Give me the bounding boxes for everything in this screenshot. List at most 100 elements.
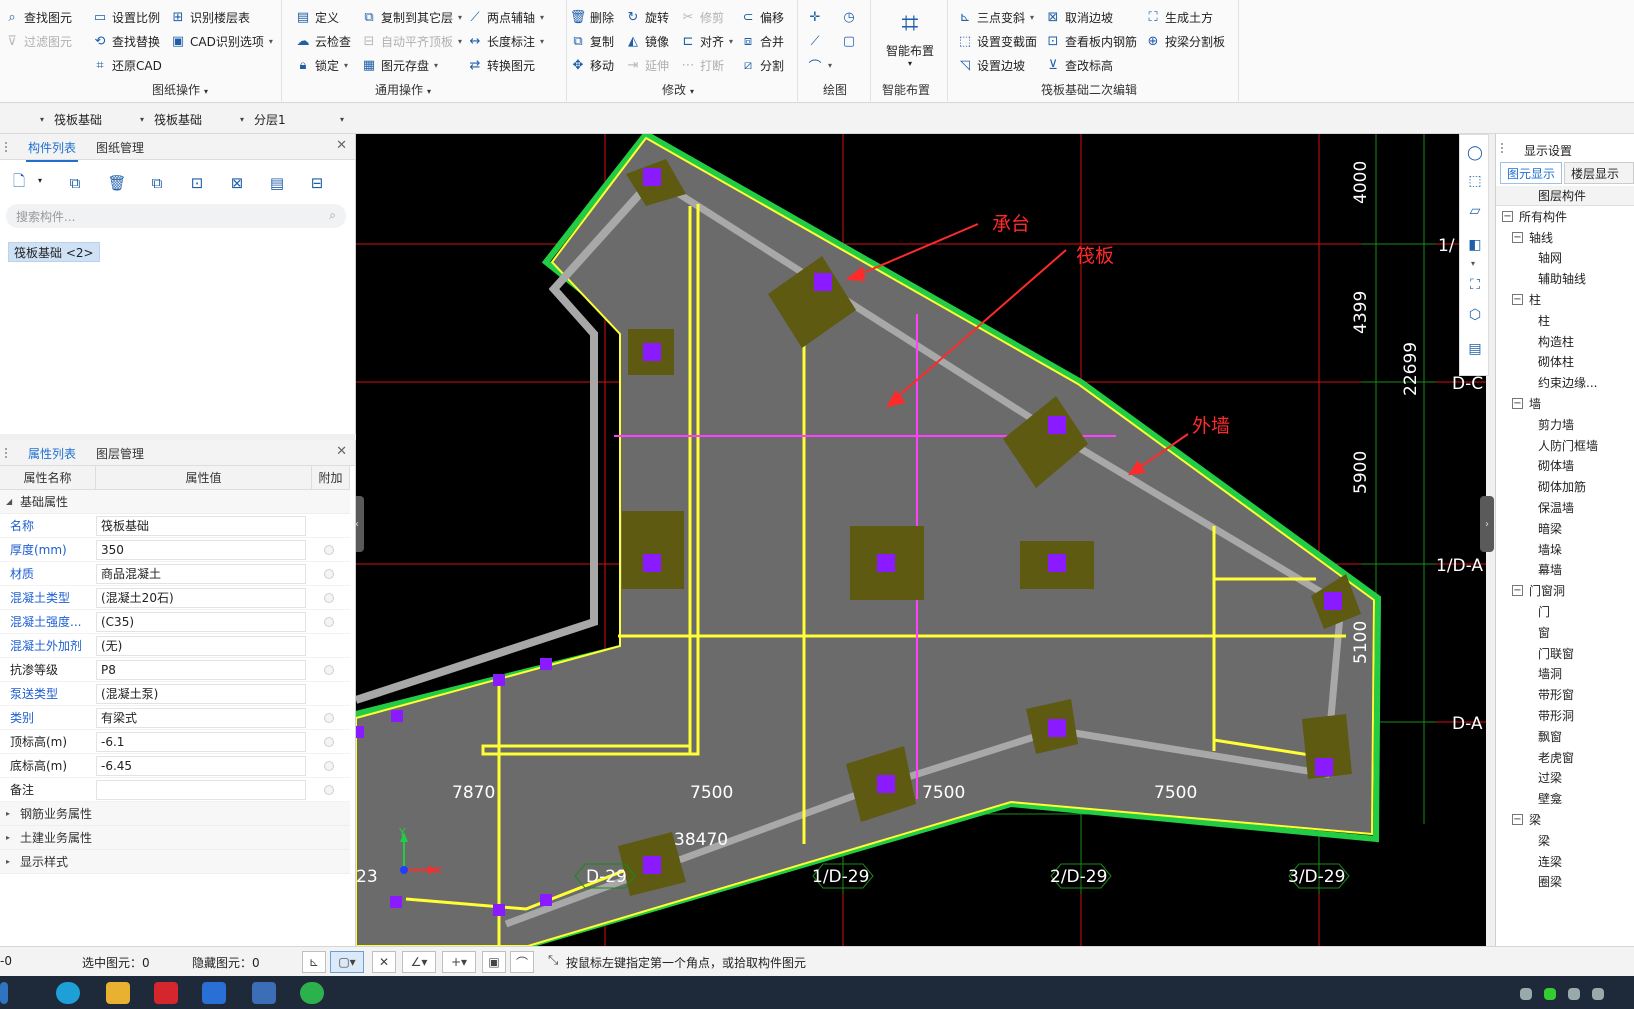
chevron-down-icon[interactable]: ▾ — [1471, 259, 1475, 268]
property-row[interactable]: 材质 商品混凝土 — [0, 562, 350, 586]
split-button[interactable]: ⧄ 分割 — [740, 54, 784, 76]
group-label-drawing-ops[interactable]: 图纸操作 ▾ — [152, 81, 208, 98]
merge-button[interactable]: ⧈ 合并 — [740, 30, 784, 52]
generate-earthwork-button[interactable]: ⛶ 生成土方 — [1145, 6, 1213, 28]
split-by-beam-button[interactable]: ⊕ 按梁分割板 — [1145, 30, 1225, 52]
tree-node[interactable]: 墙洞 — [1496, 664, 1634, 685]
new-component-icon[interactable]: 🗋︎ — [8, 172, 30, 194]
property-row[interactable]: 顶标高(m) -6.1 — [0, 730, 350, 754]
cad-app-icon[interactable] — [252, 982, 276, 1004]
extra-indicator-icon[interactable] — [324, 712, 334, 723]
extra-indicator-icon[interactable] — [324, 664, 334, 675]
box-view-icon[interactable]: ◧ — [1465, 235, 1485, 255]
collapse-left-panel-button[interactable]: ‹ — [356, 496, 364, 552]
collapse-icon[interactable]: − — [1512, 398, 1523, 410]
set-side-slope-button[interactable]: ◹ 设置边坡 — [957, 54, 1025, 76]
draw-rect-button[interactable]: ▢ — [841, 30, 857, 52]
move-button[interactable]: ✥ 移动 — [570, 54, 614, 76]
chevron-down-icon[interactable]: ▾ — [38, 176, 42, 185]
tree-node[interactable]: 带形窗 — [1496, 684, 1634, 705]
convert-element-button[interactable]: ⇄ 转换图元 — [467, 54, 535, 76]
tree-node[interactable]: 砌体墙 — [1496, 456, 1634, 477]
tree-node[interactable]: − 所有构件 — [1496, 206, 1634, 227]
tree-node[interactable]: − 墙 — [1496, 393, 1634, 414]
property-row[interactable]: 混凝土强度... (C35) — [0, 610, 350, 634]
draw-point-button[interactable]: ✛ — [807, 6, 823, 28]
tree-node[interactable]: 构造柱 — [1496, 331, 1634, 352]
mirror-button[interactable]: ◭ 镜像 — [625, 30, 669, 52]
copy-component-icon[interactable]: ⧉ — [64, 172, 86, 194]
layer-selector[interactable]: 分层1 ▾ — [248, 108, 348, 130]
image-toggle[interactable]: ▣ — [482, 951, 506, 973]
save-element-button[interactable]: ▦ 图元存盘 ▾ — [361, 54, 438, 76]
extra-indicator-icon[interactable] — [324, 736, 334, 747]
view-list-icon[interactable]: ▤ — [1465, 339, 1485, 359]
extra-indicator-icon[interactable] — [324, 544, 334, 555]
angle-toggle[interactable]: ∠▾ — [402, 951, 436, 973]
restore-cad-button[interactable]: ⌗ 还原CAD — [92, 54, 162, 76]
cad-options-button[interactable]: ▣ CAD识别选项 ▾ — [170, 30, 273, 52]
length-dimension-button[interactable]: ↔ 长度标注 ▾ — [467, 30, 544, 52]
tree-node[interactable]: 剪力墙 — [1496, 414, 1634, 435]
tab-element-display[interactable]: 图元显示 — [1500, 162, 1562, 184]
break-button[interactable]: ⋯ 打断 — [680, 54, 725, 76]
tree-node[interactable]: 轴网 — [1496, 248, 1634, 269]
property-row[interactable]: 类别 有梁式 — [0, 706, 350, 730]
dynamic-observe-icon[interactable]: ⬡ — [1465, 305, 1485, 325]
3d-view-icon[interactable]: ⬚ — [1465, 171, 1485, 191]
delete-component-icon[interactable]: 🗑︎ — [106, 172, 128, 194]
app-icon[interactable] — [0, 982, 8, 1004]
property-row[interactable]: 泵送类型 (混凝土泵) — [0, 682, 350, 706]
drag-handle[interactable] — [4, 447, 8, 459]
property-value-field[interactable]: -6.1 — [96, 731, 306, 752]
property-value-field[interactable]: (C35) — [96, 611, 306, 632]
property-value-field[interactable] — [96, 779, 306, 800]
tree-node[interactable]: 柱 — [1496, 310, 1634, 331]
cad-drawing[interactable]: 承台 筏板 外墙 7870 7500 7500 7500 38470 4000 … — [356, 134, 1486, 946]
tree-node[interactable]: 辅助轴线 — [1496, 268, 1634, 289]
tree-node[interactable]: − 门窗洞 — [1496, 580, 1634, 601]
tree-node[interactable]: 飘窗 — [1496, 726, 1634, 747]
property-value-field[interactable]: 有梁式 — [96, 707, 306, 728]
tree-node[interactable]: 人防门框墙 — [1496, 435, 1634, 456]
glodon-icon[interactable] — [202, 982, 226, 1004]
drag-handle[interactable] — [4, 141, 8, 153]
find-replace-button[interactable]: ⟲ 查找替换 — [92, 30, 160, 52]
tray-icon[interactable] — [1568, 988, 1580, 1000]
align-button[interactable]: ⊏ 对齐 ▾ — [680, 30, 733, 52]
property-row[interactable]: 厚度(mm) 350 — [0, 538, 350, 562]
property-section-collapsed[interactable]: ▸ 土建业务属性 — [0, 826, 350, 850]
tab-floor-display[interactable]: 楼层显示 — [1564, 162, 1634, 184]
export-icon[interactable]: ⊠ — [226, 172, 248, 194]
extra-indicator-icon[interactable] — [324, 592, 334, 603]
group-label-general-ops[interactable]: 通用操作 ▾ — [375, 81, 431, 98]
lock-button[interactable]: 🔒︎ 锁定 ▾ — [295, 54, 349, 76]
tree-node[interactable]: 砌体加筋 — [1496, 476, 1634, 497]
property-row[interactable]: 抗渗等级 P8 — [0, 658, 350, 682]
draw-line-button[interactable]: ⟋ — [807, 30, 823, 52]
tree-node[interactable]: 老虎窗 — [1496, 747, 1634, 768]
tray-icon[interactable] — [1520, 988, 1532, 1000]
component-type-selector[interactable]: 筏板基础 ▾ — [148, 108, 248, 130]
close-icon[interactable]: ✕ — [336, 444, 347, 459]
copy-button[interactable]: ⧉ 复制 — [570, 30, 614, 52]
collapse-icon[interactable]: − — [1512, 585, 1523, 597]
view-slab-rebar-button[interactable]: ⊡ 查看板内钢筋 — [1045, 30, 1137, 52]
tree-node[interactable]: 过梁 — [1496, 768, 1634, 789]
property-value-field[interactable]: (无) — [96, 635, 306, 656]
sort-icon[interactable]: ⊟ — [306, 172, 328, 194]
tree-node[interactable]: 约束边缘... — [1496, 372, 1634, 393]
property-row[interactable]: 底标高(m) -6.45 — [0, 754, 350, 778]
define-button[interactable]: ▤ 定义 — [295, 6, 339, 28]
identify-floor-table-button[interactable]: ⊞ 识别楼层表 — [170, 6, 250, 28]
collapse-icon[interactable]: − — [1512, 231, 1523, 243]
extra-indicator-icon[interactable] — [324, 784, 334, 795]
property-value-field[interactable]: P8 — [96, 659, 306, 680]
folder-icon[interactable] — [106, 982, 130, 1004]
property-value-field[interactable]: -6.45 — [96, 755, 306, 776]
cancel-side-slope-button[interactable]: ⊠ 取消边坡 — [1045, 6, 1113, 28]
tree-node[interactable]: − 柱 — [1496, 289, 1634, 310]
tree-node[interactable]: 幕墙 — [1496, 560, 1634, 581]
dimension-toggle[interactable]: +▾ — [442, 951, 476, 973]
tray-icon[interactable] — [1544, 988, 1556, 1000]
